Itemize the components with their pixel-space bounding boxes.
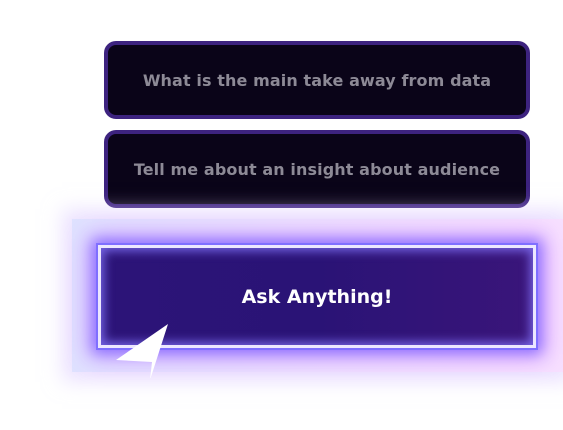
- ask-anything-label: Ask Anything!: [241, 285, 393, 308]
- suggestion-label: Tell me about an insight about audience: [133, 159, 501, 179]
- suggestion-button-main-takeaway[interactable]: What is the main take away from data: [104, 41, 530, 119]
- suggestion-button-audience-insight[interactable]: Tell me about an insight about audience: [104, 130, 530, 208]
- suggestion-label: What is the main take away from data: [142, 70, 492, 90]
- cursor-arrow-icon: [116, 324, 168, 378]
